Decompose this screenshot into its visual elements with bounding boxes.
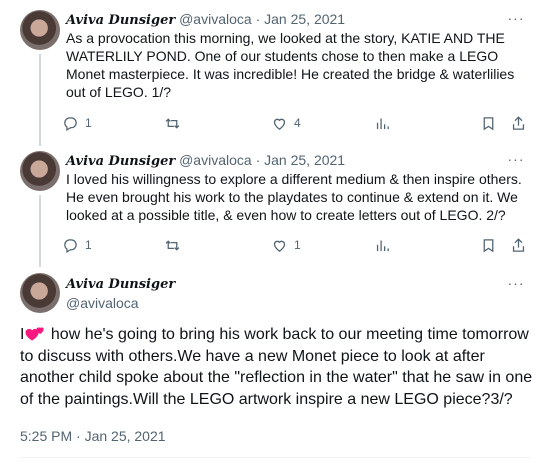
share-button[interactable] [510, 113, 527, 133]
bookmark-icon [483, 116, 494, 130]
tweet-text: I loved his willingness to explore a dif… [66, 171, 522, 223]
like-count: 4 [294, 116, 301, 130]
tweet-text: As a provocation this morning, we looked… [66, 30, 515, 100]
author-name[interactable]: Aviva Dunsiger [66, 275, 175, 294]
like-icon [273, 240, 286, 252]
author-handle[interactable]: @avivaloca [179, 11, 252, 27]
tweet-1[interactable]: Aviva Dunsiger @avivaloca · Jan 25, 2021… [0, 0, 551, 150]
retweet-button[interactable] [164, 113, 181, 133]
views-icon [376, 118, 389, 129]
like-count: 1 [294, 238, 301, 252]
tweet-date[interactable]: Jan 25, 2021 [264, 152, 345, 168]
like-button[interactable]: 4 [271, 113, 301, 133]
retweet-icon [165, 239, 180, 251]
tweet-text: I how he's going to bring his work back … [20, 324, 535, 410]
more-icon[interactable]: ··· [507, 152, 525, 171]
tweet-header: Aviva Dunsiger @avivaloca · Jan 25, 2021 [66, 151, 345, 171]
thread-line [39, 195, 41, 267]
like-icon [273, 118, 286, 130]
author-name[interactable]: Aviva Dunsiger [66, 13, 175, 28]
main-tweet: Aviva Dunsiger @avivaloca ··· I how he's… [0, 265, 551, 463]
views-button[interactable] [374, 235, 391, 255]
tweet-actions: 1 4 [62, 113, 532, 133]
views-icon [376, 240, 389, 251]
share-button[interactable] [510, 235, 527, 255]
bookmark-icon [483, 238, 494, 252]
author-handle[interactable]: @avivaloca [179, 152, 252, 168]
more-icon[interactable]: ··· [507, 11, 525, 30]
tweet-text-rest: how he's going to bring his work back to… [20, 326, 533, 408]
reply-icon [64, 116, 77, 131]
tweet-2[interactable]: Aviva Dunsiger @avivaloca · Jan 25, 2021… [0, 145, 551, 267]
share-icon [512, 237, 525, 252]
tweet-header: Aviva Dunsiger @avivaloca · Jan 25, 2021 [66, 10, 345, 30]
avatar[interactable] [20, 273, 60, 313]
avatar[interactable] [20, 10, 60, 50]
reply-count: 1 [85, 238, 92, 252]
divider [20, 457, 530, 458]
tweet-timestamp[interactable]: 5:25 PM · Jan 25, 2021 [20, 428, 166, 444]
tweet-date[interactable]: Jan 25, 2021 [264, 11, 345, 27]
thread-line [39, 54, 41, 146]
reply-button[interactable]: 1 [62, 235, 92, 255]
two-hearts-emoji [25, 327, 45, 341]
views-button[interactable] [374, 113, 391, 133]
separator: · [255, 152, 261, 168]
share-icon [512, 115, 525, 130]
more-icon[interactable]: ··· [507, 276, 525, 295]
bookmark-button[interactable] [480, 235, 497, 255]
retweet-icon [165, 117, 180, 129]
author-handle[interactable]: @avivaloca [66, 294, 175, 313]
tweet-header: Aviva Dunsiger @avivaloca [66, 275, 175, 313]
retweet-button[interactable] [164, 235, 181, 255]
reply-button[interactable]: 1 [62, 113, 92, 133]
avatar[interactable] [20, 151, 60, 191]
reply-icon [64, 238, 77, 253]
reply-count: 1 [85, 116, 92, 130]
tweet-actions: 1 1 [62, 235, 532, 255]
like-button[interactable]: 1 [271, 235, 301, 255]
bookmark-button[interactable] [480, 113, 497, 133]
author-name[interactable]: Aviva Dunsiger [66, 154, 175, 169]
separator: · [255, 11, 261, 27]
